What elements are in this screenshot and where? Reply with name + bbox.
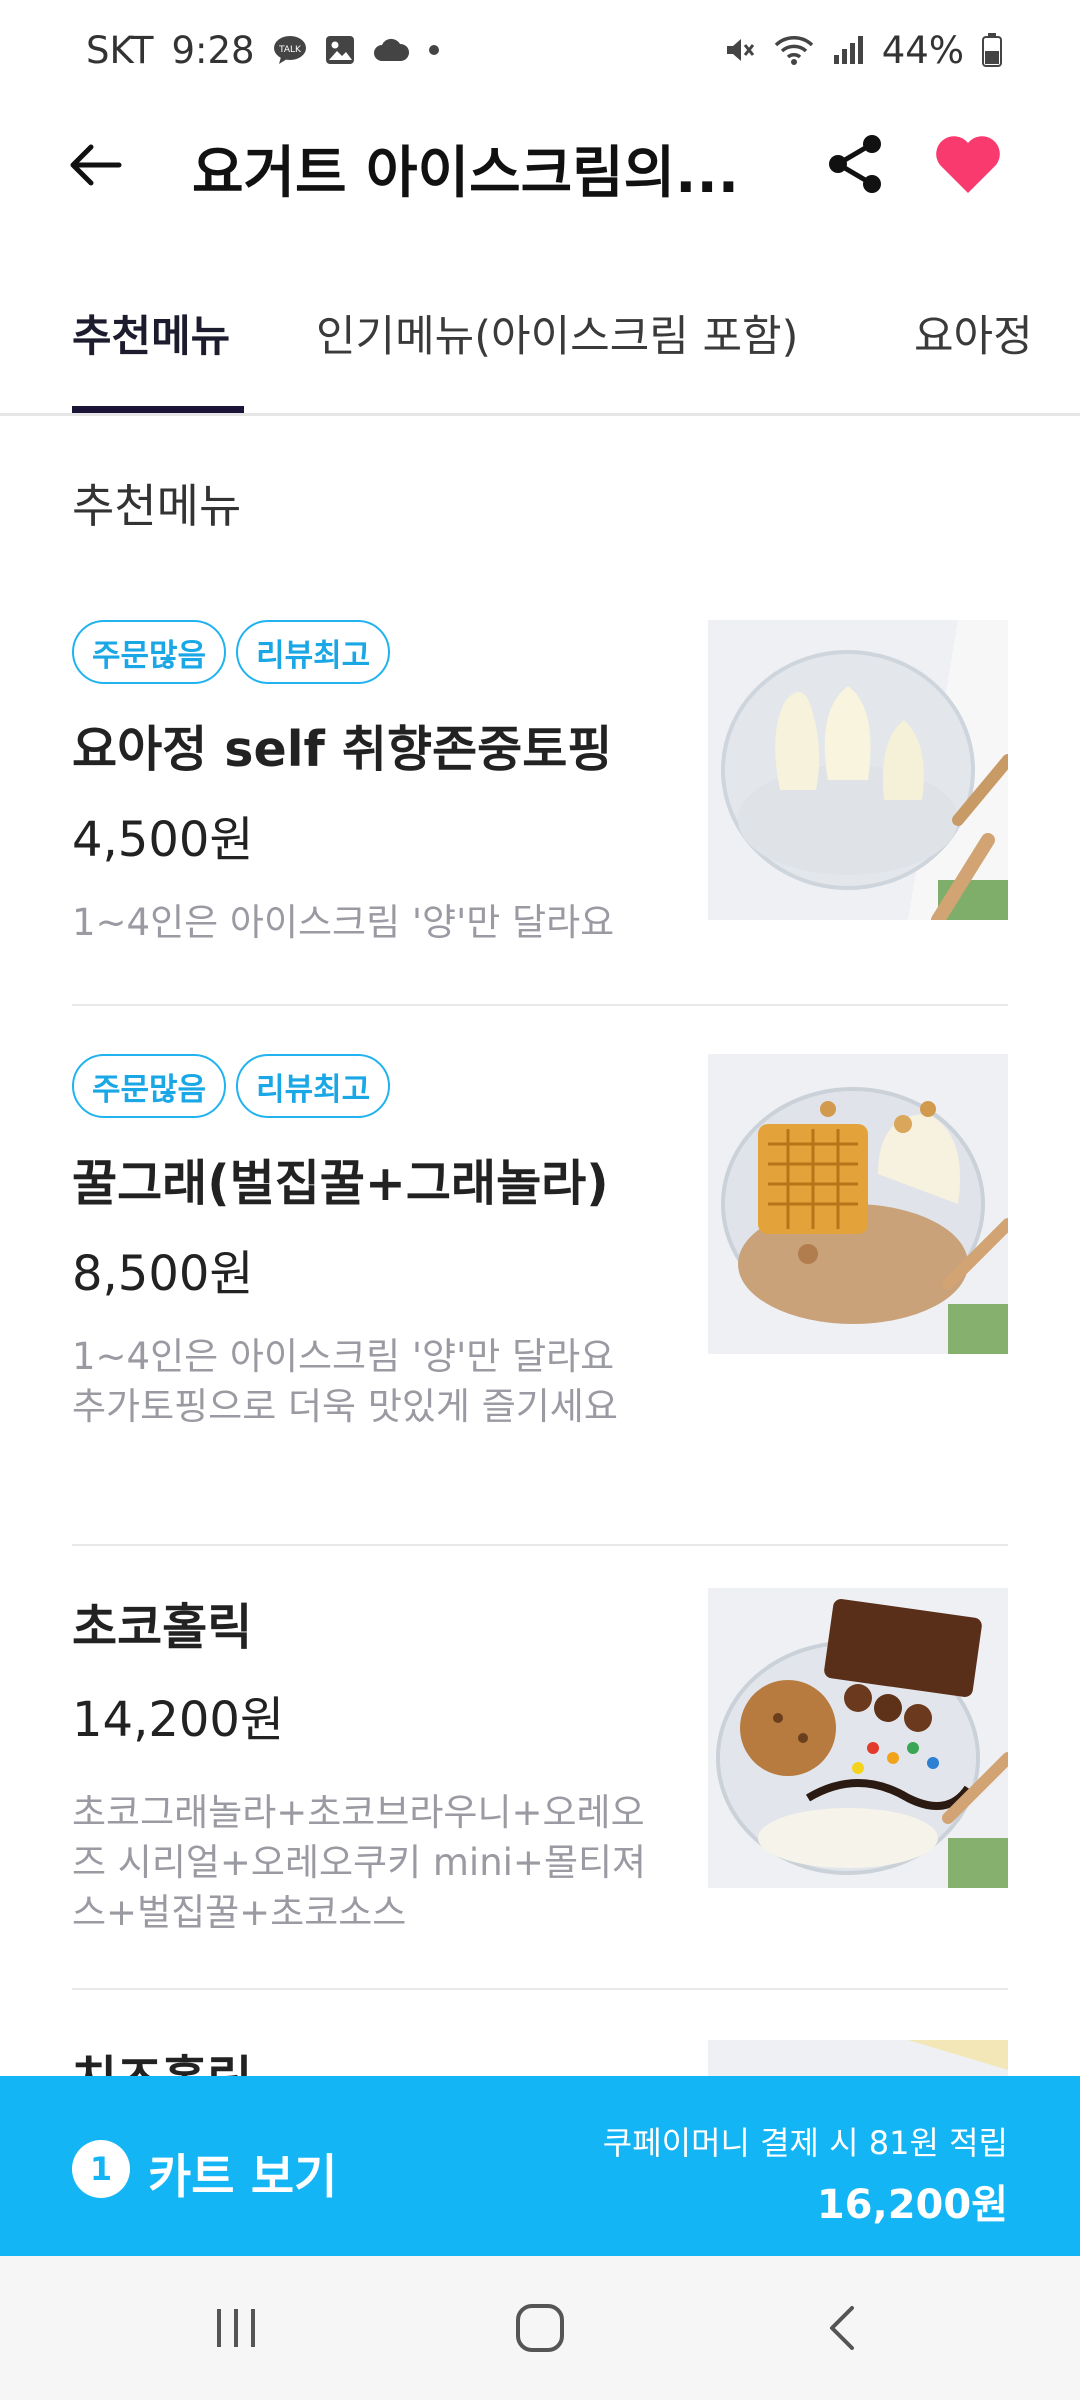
signal-icon — [832, 35, 864, 65]
back-nav-icon — [830, 2306, 854, 2350]
dot-icon — [427, 43, 441, 57]
menu-item-photo — [708, 1588, 1008, 1888]
menu-item-name: 요아정 self 취향존중토핑 — [72, 721, 613, 778]
back-nav-button[interactable] — [806, 2292, 878, 2364]
home-button[interactable] — [504, 2292, 576, 2364]
active-tab-indicator — [72, 406, 244, 413]
top-app-bar: 요거트 아이스크림의... — [0, 100, 1080, 230]
time-label: 9:28 — [171, 28, 255, 72]
badge-group: 주문많음 리뷰최고 — [72, 620, 391, 684]
cart-count-badge: 1 — [72, 2140, 130, 2198]
menu-item-photo — [708, 2040, 1008, 2076]
item-divider — [72, 1004, 1008, 1006]
menu-item-description: 초코그래놀라+초코브라우니+오레오즈 시리얼+오레오쿠키 mini+몰티져스+벌… — [72, 1791, 647, 1934]
recent-apps-icon — [217, 2309, 255, 2347]
menu-item[interactable]: 초코홀릭 14,200원 초코그래놀라+초코브라우니+오레오즈 시리얼+오레오쿠… — [72, 1588, 1008, 1990]
menu-item[interactable]: 주문많음 리뷰최고 요아정 self 취향존중토핑 4,500원 1~4인은 아… — [72, 620, 1008, 1006]
wifi-icon — [774, 34, 814, 66]
share-icon — [829, 135, 881, 193]
battery-percent: 44% — [881, 28, 964, 72]
view-cart-label: 카트 보기 — [148, 2150, 338, 2205]
cart-bar[interactable]: 1 카트 보기 쿠페이머니 결제 시 81원 적립 16,200원 — [0, 2076, 1080, 2256]
system-nav-bar — [0, 2256, 1080, 2400]
badge-group: 주문많음 리뷰최고 — [72, 1054, 391, 1118]
favorite-button[interactable] — [928, 124, 1008, 204]
heart-icon — [936, 136, 1000, 193]
menu-item-name: 초코홀릭 — [72, 1599, 253, 1656]
menu-item-name: 꿀그래(벌집꿀+그래놀라) — [72, 1155, 609, 1212]
share-button[interactable] — [820, 128, 892, 200]
menu-item-description: 1~4인은 아이스크림 '양'만 달라요 — [72, 901, 615, 944]
talk-icon: TALK — [273, 35, 307, 65]
badge-popular-order: 주문많음 — [72, 620, 227, 684]
svg-text:TALK: TALK — [278, 45, 302, 55]
status-bar: SKT 9:28 TALK 44% — [0, 0, 1080, 100]
item-divider — [72, 1544, 1008, 1546]
cart-total-price: 16,200원 — [816, 2182, 1008, 2228]
tab-yoajung[interactable]: 요아정 — [914, 302, 1033, 364]
tab-recommended[interactable]: 추천메뉴 — [72, 302, 230, 364]
tab-popular[interactable]: 인기메뉴(아이스크림 포함) — [316, 302, 798, 364]
item-divider — [72, 1988, 1008, 1990]
back-button[interactable] — [62, 132, 128, 198]
home-icon — [516, 2304, 564, 2352]
menu-item-price: 8,500원 — [72, 1246, 254, 1302]
carrier-label: SKT — [86, 28, 154, 72]
mute-icon — [724, 34, 756, 66]
menu-item-name: 치즈홀릭 — [72, 2040, 252, 2076]
badge-best-review: 리뷰최고 — [236, 620, 391, 684]
menu-item-photo — [708, 1054, 1008, 1354]
section-title: 추천메뉴 — [72, 479, 242, 533]
menu-item-photo — [708, 620, 1008, 920]
arrow-left-icon — [70, 144, 122, 186]
menu-item[interactable]: 치즈홀릭 — [72, 2040, 1008, 2076]
menu-item-price: 4,500원 — [72, 812, 254, 868]
recent-apps-button[interactable] — [200, 2292, 272, 2364]
gallery-icon — [325, 35, 355, 65]
category-tabs: 추천메뉴 인기메뉴(아이스크림 포함) 요아정 — [0, 270, 1080, 416]
badge-popular-order: 주문많음 — [72, 1054, 227, 1118]
badge-best-review: 리뷰최고 — [236, 1054, 391, 1118]
battery-icon — [982, 33, 1002, 67]
points-info: 쿠페이머니 결제 시 81원 적립 — [602, 2124, 1008, 2162]
menu-item-description: 1~4인은 아이스크림 '양'만 달라요 추가토핑으로 더욱 맛있게 즐기세요 — [72, 1335, 618, 1428]
menu-item[interactable]: 주문많음 리뷰최고 꿀그래(벌집꿀+그래놀라) 8,500원 1~4인은 아이스… — [72, 1054, 1008, 1546]
page-title: 요거트 아이스크림의... — [192, 141, 739, 198]
cloud-icon — [373, 37, 409, 63]
menu-item-price: 14,200원 — [72, 1692, 285, 1748]
